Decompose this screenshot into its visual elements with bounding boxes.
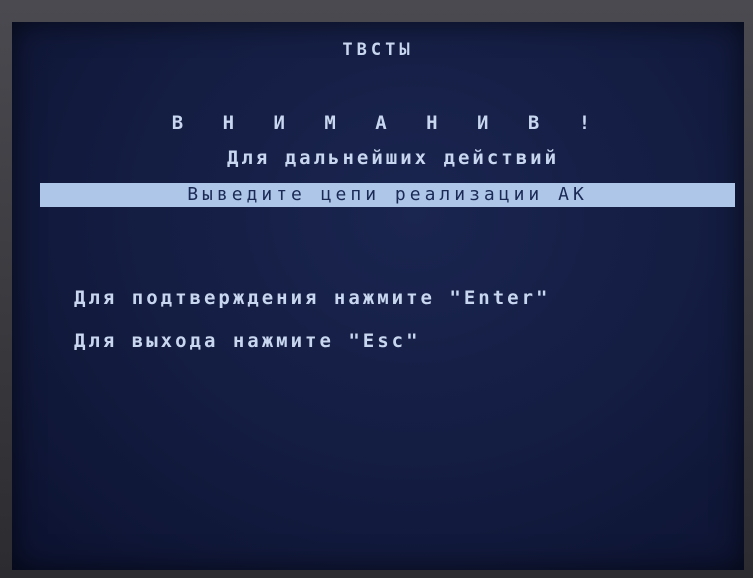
exit-hint: Для выхода нажмите "Esc" <box>74 330 421 352</box>
instruction-subtitle: Для дальнейших действий <box>226 147 560 169</box>
confirm-hint: Для подтверждения нажмите "Enter" <box>74 287 551 309</box>
monitor-bezel: ТВСТЫ В Н И М А Н И В ! Для дальнейших д… <box>0 0 753 578</box>
terminal-screen: ТВСТЫ В Н И М А Н И В ! Для дальнейших д… <box>12 22 744 570</box>
screen-title: ТВСТЫ <box>342 40 414 60</box>
attention-heading: В Н И М А Н И В ! <box>171 112 605 134</box>
highlighted-message-bar: Выведите цепи реализации АК <box>40 183 735 207</box>
highlighted-message: Выведите цепи реализации АК <box>187 184 588 205</box>
